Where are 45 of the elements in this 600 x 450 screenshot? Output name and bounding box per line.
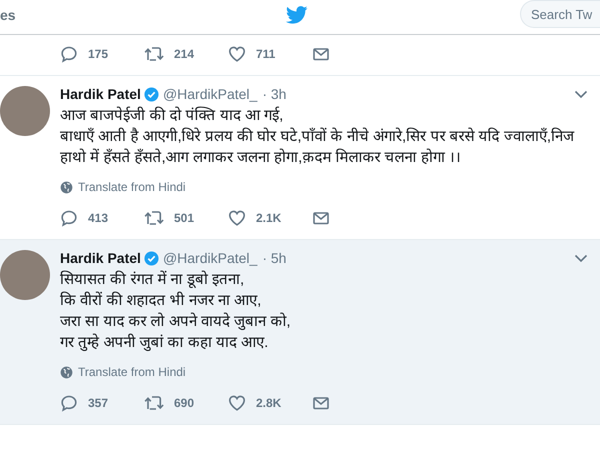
globe-icon [60, 180, 73, 194]
tweet-text: जरा सा याद कर लो अपने वायदे जुबान को, [60, 312, 292, 332]
heart-icon[interactable] [228, 45, 246, 63]
globe-icon [60, 366, 73, 378]
author-name[interactable]: Hardik Patel [60, 86, 141, 102]
reply-count: 413 [88, 211, 108, 225]
envelope-icon[interactable] [312, 46, 330, 62]
author-handle[interactable]: @HardikPatel_ [162, 250, 258, 266]
reply-icon[interactable] [60, 394, 78, 412]
tweet-text: सियासत की रंगत में ना डूबो इतना, [60, 270, 246, 290]
retweet-icon[interactable] [144, 209, 164, 227]
envelope-icon[interactable] [312, 210, 330, 226]
tweet-text: आज बाजपेईजी की दो पंक्ति याद आ गई, [60, 106, 284, 126]
reply-icon[interactable] [60, 209, 78, 227]
reply-count: 357 [88, 396, 108, 410]
retweet-count: 690 [174, 396, 194, 410]
tweet-time[interactable]: · 3h [262, 86, 286, 102]
tweet-card[interactable] [0, 240, 600, 425]
heart-icon[interactable] [228, 394, 246, 412]
reply-icon[interactable] [60, 45, 78, 63]
retweet-icon[interactable] [144, 394, 164, 412]
reply-count: 175 [88, 47, 108, 61]
retweet-icon[interactable] [144, 45, 164, 63]
tweet-text: गर तुम्हे अपनी जुबां का कहा याद आए. [60, 332, 270, 353]
tweet-text: कि वीरों की शहादत भी नजर ना आए, [60, 290, 262, 311]
bird-logo-icon[interactable] [286, 6, 308, 24]
like-count: 2.1K [256, 211, 282, 225]
chevron-down-icon[interactable] [574, 90, 588, 98]
like-count: 711 [256, 47, 276, 61]
heart-icon[interactable] [228, 209, 246, 227]
avatar[interactable] [0, 86, 50, 136]
search-field[interactable]: Search Tw [520, 0, 600, 28]
like-count: 2.8K [256, 396, 282, 410]
tweet-text: बाधाएँ आती है आएगी,धिरे प्रलय की घोर घटे,पाँवों के नीचे अंगारे,सिर पर बरसे यदि ज्वालाएँ,निज हाथो में हँसते हँसते,आग लगाकर जलना होगा,क़दम मिलाकर चलना होगा ।। [60, 126, 576, 168]
author-name[interactable]: Hardik Patel [60, 250, 141, 266]
avatar[interactable] [0, 250, 50, 300]
envelope-icon[interactable] [312, 395, 330, 411]
translate-link[interactable]: Translate from Hindi [60, 178, 588, 196]
author-handle[interactable]: @HardikPatel_ [162, 86, 258, 102]
chevron-down-icon[interactable] [574, 254, 588, 262]
retweet-count: 501 [174, 211, 194, 225]
tweet-time[interactable]: · 5h [262, 250, 286, 266]
nav-link[interactable]: es [0, 7, 16, 23]
translate-link[interactable]: Translate from Hindi [60, 363, 588, 381]
retweet-count: 214 [174, 47, 194, 61]
